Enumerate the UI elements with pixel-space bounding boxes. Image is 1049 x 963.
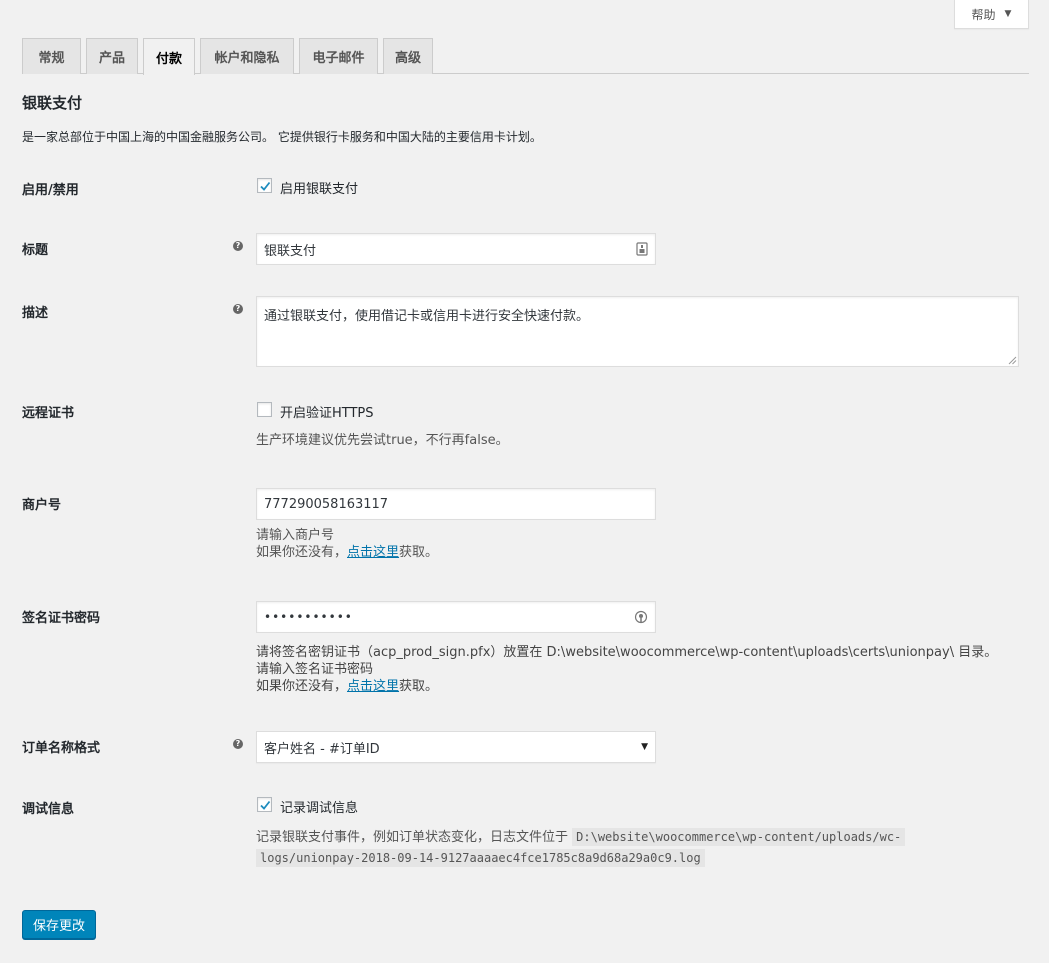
cert-password-desc-post: 获取。 [399, 679, 439, 694]
checkmark-icon [259, 800, 270, 810]
remote-cert-checkbox-label: 开启验证HTTPS [280, 406, 374, 421]
merchant-id-description: 请输入商户号 如果你还没有，点击这里获取。 [256, 527, 438, 561]
caret-down-icon: ▼ [1004, 9, 1012, 19]
dropdown-arrow-icon: ▼ [641, 742, 648, 752]
debug-desc-pre: 记录银联支付事件，例如订单状态变化，日志文件位于 [256, 830, 569, 845]
order-name-format-label: 订单名称格式 [22, 741, 101, 756]
cert-password-desc-line1: 请将签名密钥证书（acp_prod_sign.pfx）放置在 D:\websit… [256, 645, 998, 660]
help-button[interactable]: 帮助 ▼ [954, 0, 1029, 29]
title-input-value: 银联支付 [264, 243, 317, 259]
help-tip-icon[interactable]: ? [233, 304, 243, 314]
tab-emails[interactable]: 电子邮件 [299, 38, 378, 74]
title-input[interactable]: 银联支付 [256, 233, 656, 265]
cert-password-click-here-link[interactable]: 点击这里 [347, 679, 399, 694]
tab-accounts-privacy[interactable]: 帐户和隐私 [200, 38, 294, 74]
debug-description: 记录银联支付事件，例如订单状态变化，日志文件位于 D:\website\wooc… [256, 827, 906, 869]
enable-checkbox[interactable] [257, 178, 272, 193]
section-title: 银联支付 [22, 94, 83, 112]
help-tip-icon[interactable]: ? [233, 739, 243, 749]
description-textarea[interactable]: 通过银联支付，使用借记卡或信用卡进行安全快速付款。 [256, 296, 1019, 367]
merchant-id-value: 777290058163117 [264, 496, 389, 512]
password-manager-icon[interactable] [634, 610, 648, 624]
enable-label: 启用/禁用 [22, 183, 79, 198]
tab-products[interactable]: 产品 [86, 38, 138, 74]
merchant-id-desc-line2: 如果你还没有，点击这里获取。 [256, 544, 438, 561]
save-button[interactable]: 保存更改 [22, 910, 96, 939]
tab-payments[interactable]: 付款 [143, 38, 195, 75]
merchant-id-click-here-link[interactable]: 点击这里 [347, 545, 399, 560]
help-tip-icon[interactable]: ? [233, 241, 243, 251]
description-value: 通过银联支付，使用借记卡或信用卡进行安全快速付款。 [264, 309, 590, 324]
tab-advanced[interactable]: 高级 [383, 38, 433, 74]
tab-general[interactable]: 常规 [22, 38, 81, 74]
debug-log-path-part1: D:\website\woocommerce\wp-content/upload… [572, 828, 906, 846]
order-name-format-value: 客户姓名 - #订单ID [264, 741, 380, 757]
cert-password-desc-line2: 请输入签名证书密码 [256, 662, 374, 677]
cert-password-label: 签名证书密码 [22, 611, 101, 626]
cert-password-value: ••••••••••• [264, 610, 353, 624]
debug-desc-line1: 记录银联支付事件，例如订单状态变化，日志文件位于 D:\website\wooc… [256, 827, 906, 848]
resize-handle-icon[interactable] [1008, 356, 1017, 365]
title-label: 标题 [22, 243, 49, 258]
merchant-id-desc-line1: 请输入商户号 [256, 528, 335, 543]
cert-password-description: 请将签名密钥证书（acp_prod_sign.pfx）放置在 D:\websit… [256, 644, 997, 695]
checkmark-icon [259, 181, 270, 191]
cert-password-desc-pre: 如果你还没有， [256, 679, 348, 694]
description-label: 描述 [22, 306, 49, 321]
merchant-id-input[interactable]: 777290058163117 [256, 488, 656, 520]
help-label: 帮助 [971, 7, 996, 22]
password-manager-icon[interactable] [636, 242, 648, 256]
remote-cert-description: 生产环境建议优先尝试true，不行再false。 [256, 433, 509, 448]
debug-checkbox[interactable] [257, 797, 272, 812]
settings-tabs: 常规 产品 付款 帐户和隐私 电子邮件 高级 [22, 38, 1029, 75]
cert-password-desc-line3: 如果你还没有，点击这里获取。 [256, 678, 997, 695]
remote-cert-label: 远程证书 [22, 406, 75, 421]
debug-desc-line2: logs/unionpay-2018-09-14-9127aaaaec4fce1… [256, 848, 905, 869]
debug-label: 调试信息 [22, 802, 75, 817]
order-name-format-select[interactable]: 客户姓名 - #订单ID ▼ [256, 731, 656, 763]
merchant-id-desc-post: 获取。 [399, 545, 439, 560]
enable-checkbox-label: 启用银联支付 [280, 182, 359, 197]
debug-checkbox-label: 记录调试信息 [280, 801, 359, 816]
merchant-id-desc-pre: 如果你还没有， [256, 545, 348, 560]
cert-password-input[interactable]: ••••••••••• [256, 601, 656, 633]
merchant-id-label: 商户号 [22, 498, 62, 513]
debug-log-path-part2: logs/unionpay-2018-09-14-9127aaaaec4fce1… [256, 849, 705, 867]
remote-cert-checkbox[interactable] [257, 402, 272, 417]
section-intro: 是一家总部位于中国上海的中国金融服务公司。 它提供银行卡服务和中国大陆的主要信用… [22, 130, 542, 144]
